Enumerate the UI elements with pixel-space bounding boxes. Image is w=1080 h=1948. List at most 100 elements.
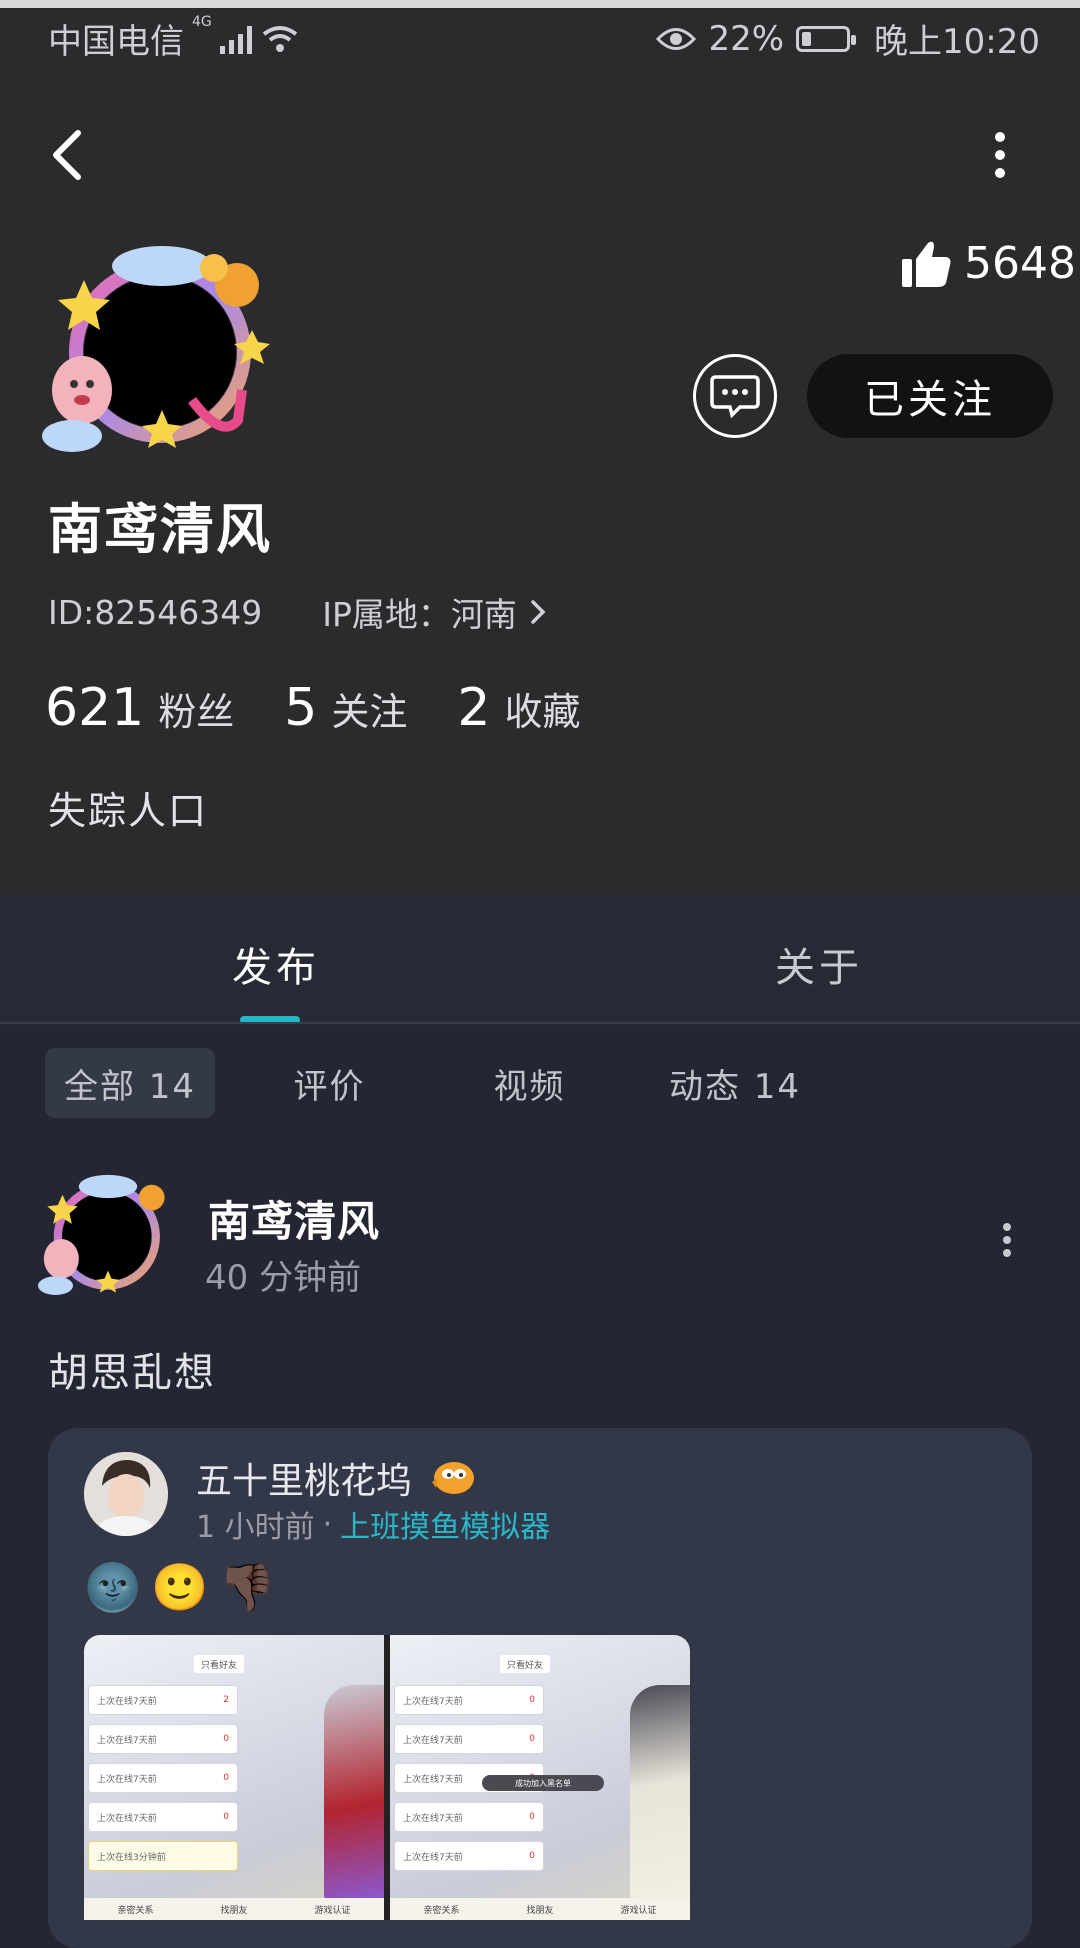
screenshot-image[interactable]: 只看好友 上次在线7天前 2 上次在线7天前 0 上次在线7天前 0 上次在线7天前 0… xyxy=(84,1635,384,1920)
profile-header xyxy=(0,70,1080,895)
row-count: 0 xyxy=(223,1812,229,1822)
row-label: 上次在线7天前 xyxy=(403,1735,463,1746)
row-label: 上次在线7天前 xyxy=(97,1813,157,1824)
username: 南鸢清风 xyxy=(48,498,272,561)
battery-level xyxy=(802,31,812,46)
row-label: 上次在线7天前 xyxy=(403,1813,463,1824)
avatar[interactable] xyxy=(42,240,282,460)
screenshot-gallery[interactable]: 只看好友 上次在线7天前 2 上次在线7天前 0 上次在线7天前 0 上次在线7天前 0… xyxy=(84,1635,690,1920)
list-item: 上次在线7天前 0 xyxy=(88,1724,238,1754)
fish-badge-icon xyxy=(432,1462,475,1494)
stat-label: 粉丝 xyxy=(158,690,235,734)
bottom-label: 游戏认证 xyxy=(620,1905,657,1916)
bottom-label: 找朋友 xyxy=(220,1905,248,1916)
list-item: 上次在线7天前 0 xyxy=(394,1685,544,1715)
stat-followers[interactable]: 621 粉丝 xyxy=(45,678,234,738)
message-button[interactable] xyxy=(693,354,777,438)
screenshot-image[interactable]: 只看好友 上次在线7天前 0 上次在线7天前 0 上次在线7天前 0 上次在线7天前 0… xyxy=(390,1635,690,1920)
post-author-name[interactable]: 南鸢清风 xyxy=(208,1188,380,1249)
toast-message: 成功加入黑名单 xyxy=(482,1775,604,1791)
row-count: 0 xyxy=(529,1812,535,1822)
screen-bottom-bar: 亲密关系 找朋友 游戏认证 xyxy=(84,1898,384,1920)
divider xyxy=(0,1022,1080,1024)
post-text: 胡思乱想 xyxy=(48,1350,216,1396)
likes-count: 5648 xyxy=(900,238,1076,289)
bottom-label: 亲密关系 xyxy=(423,1905,460,1916)
more-vertical-icon[interactable] xyxy=(975,125,1025,185)
list-item: 上次在线7天前 0 xyxy=(88,1802,238,1832)
battery-percent: 22% xyxy=(708,18,785,59)
list-item: 上次在线3分钟前 xyxy=(88,1841,238,1871)
row-label: 上次在线7天前 xyxy=(97,1774,157,1785)
person-portrait-icon xyxy=(84,1452,168,1536)
row-count: 0 xyxy=(529,1734,535,1744)
emoji-row: 🌚 🙂 👎🏿 xyxy=(84,1560,276,1615)
post-more-icon[interactable] xyxy=(995,1222,1019,1258)
stat-favorites[interactable]: 2 收藏 xyxy=(457,678,580,738)
status-left: 中国电信 4G xyxy=(48,14,300,63)
stat-label: 关注 xyxy=(331,690,408,734)
screen-list: 上次在线7天前 2 上次在线7天前 0 上次在线7天前 0 上次在线7天前 0 上次在线… xyxy=(88,1685,238,1880)
user-id: ID:82546349 xyxy=(48,592,263,632)
screen-bottom-bar: 亲密关系 找朋友 游戏认证 xyxy=(390,1898,690,1920)
list-item: 上次在线7天前 0 xyxy=(394,1841,544,1871)
filter-videos[interactable]: 视频 xyxy=(462,1048,597,1118)
row-label: 上次在线3分钟前 xyxy=(97,1852,166,1863)
list-item: 上次在线7天前 0 xyxy=(394,1724,544,1754)
id-row: ID:82546349 IP属地：河南 xyxy=(48,588,547,636)
shared-meta: 1 小时前 · 上班摸鱼模拟器 xyxy=(196,1502,550,1546)
signal-icon xyxy=(219,24,252,54)
follow-button[interactable]: 已关注 xyxy=(807,354,1053,438)
new-moon-face-emoji: 🌚 xyxy=(84,1560,142,1614)
character-figure xyxy=(324,1685,384,1905)
row-count: 0 xyxy=(529,1695,535,1705)
row-count: 2 xyxy=(223,1695,229,1705)
tab-publish[interactable]: 发布 xyxy=(232,935,320,993)
thumbs-up-icon xyxy=(902,241,951,287)
row-count: 0 xyxy=(223,1734,229,1744)
game-link[interactable]: 上班摸鱼模拟器 xyxy=(340,1502,550,1546)
bio: 失踪人口 xyxy=(48,789,209,833)
stat-number: 2 xyxy=(457,678,491,738)
battery-icon xyxy=(796,25,857,52)
shared-author-name[interactable]: 五十里桃花坞 xyxy=(196,1452,412,1504)
stat-number: 621 xyxy=(45,678,145,738)
network-label: 4G xyxy=(192,14,212,30)
filter-reviews[interactable]: 评价 xyxy=(262,1048,397,1118)
meta-separator: · xyxy=(322,1506,333,1542)
screen-header: 只看好友 xyxy=(194,1655,244,1673)
tab-bar xyxy=(0,895,1080,1025)
chat-icon xyxy=(710,375,760,419)
shared-author-avatar[interactable] xyxy=(84,1452,168,1536)
status-right: 22% 晚上10:20 xyxy=(656,14,1040,63)
wifi-icon xyxy=(262,25,297,52)
bottom-label: 游戏认证 xyxy=(314,1905,351,1916)
row-label: 上次在线7天前 xyxy=(97,1735,157,1746)
filter-all[interactable]: 全部 14 xyxy=(45,1048,215,1118)
status-bar-edge xyxy=(0,0,1080,8)
stat-following[interactable]: 5 关注 xyxy=(284,678,407,738)
row-label: 上次在线7天前 xyxy=(97,1696,157,1707)
row-label: 上次在线7天前 xyxy=(403,1774,463,1785)
ip-location[interactable]: IP属地：河南 xyxy=(322,588,547,636)
list-item: 上次在线7天前 0 xyxy=(88,1763,238,1793)
row-label: 上次在线7天前 xyxy=(403,1696,463,1707)
character-figure xyxy=(630,1685,690,1905)
stats-row: 621 粉丝 5 关注 2 收藏 xyxy=(45,678,581,738)
back-arrow-icon[interactable] xyxy=(44,125,94,185)
filter-moments[interactable]: 动态 14 xyxy=(660,1048,810,1118)
thumbs-down-emoji: 👎🏿 xyxy=(218,1560,276,1614)
post-author-avatar[interactable] xyxy=(38,1168,178,1303)
bottom-label: 找朋友 xyxy=(526,1905,554,1916)
eye-icon xyxy=(656,27,697,50)
row-count: 0 xyxy=(223,1773,229,1783)
list-item: 上次在线7天前 2 xyxy=(88,1685,238,1715)
shared-author-row: 五十里桃花坞 xyxy=(196,1452,476,1504)
tab-about[interactable]: 关于 xyxy=(775,935,863,993)
row-count: 0 xyxy=(529,1851,535,1861)
carrier-label: 中国电信 xyxy=(48,22,184,62)
bottom-label: 亲密关系 xyxy=(117,1905,154,1916)
stat-label: 收藏 xyxy=(504,690,581,734)
post-timestamp: 40 分钟前 xyxy=(205,1258,362,1298)
shared-time: 1 小时前 xyxy=(196,1510,315,1545)
